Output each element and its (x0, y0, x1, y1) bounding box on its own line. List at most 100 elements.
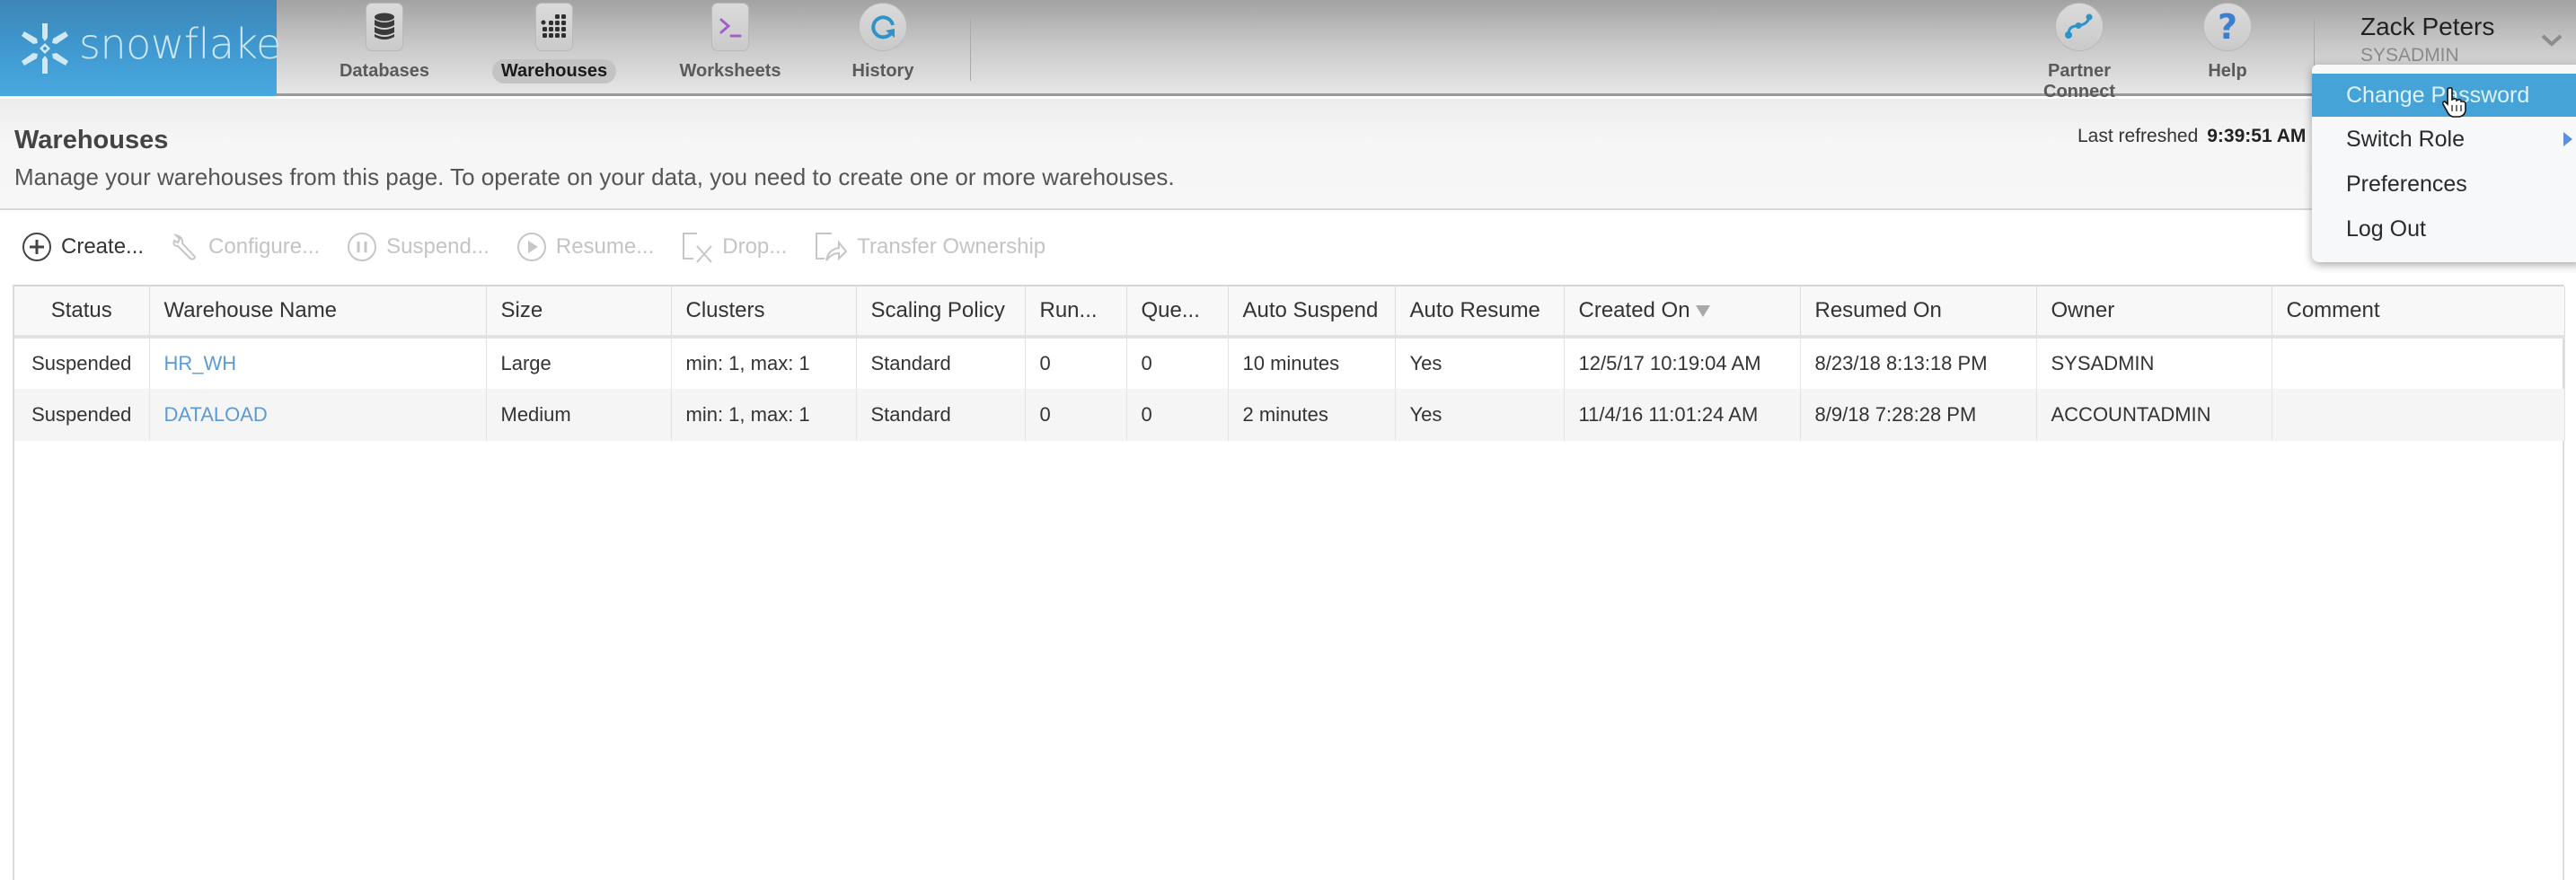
column-header-auto-suspend[interactable]: Auto Suspend (1228, 286, 1396, 339)
pause-circle-icon (348, 233, 377, 261)
cell-created-on: 11/4/16 11:01:24 AM (1564, 389, 1801, 441)
cell-running: 0 (1025, 337, 1127, 389)
page-header: Warehouses Manage your warehouses from t… (0, 99, 2576, 210)
snowflake-icon (22, 23, 68, 74)
cell-status: Suspended (14, 389, 150, 441)
resume-button[interactable]: Resume... (516, 232, 654, 262)
cell-created-on: 12/5/17 10:19:04 AM (1564, 337, 1801, 389)
switch-role-label: Switch Role (2346, 127, 2465, 152)
table-row[interactable]: Suspended DATALOAD Medium min: 1, max: 1… (14, 389, 2565, 441)
warehouse-toolbar: Create... Configure... Suspend... Resume… (22, 228, 1072, 266)
cell-running: 0 (1025, 389, 1127, 441)
nav-warehouses[interactable]: Warehouses (478, 0, 631, 96)
cell-size: Medium (486, 389, 672, 441)
cell-queued: 0 (1126, 389, 1229, 441)
top-navigation-bar: snowflake Databases Warehouses Worksheet… (0, 0, 2576, 101)
column-header-created-on[interactable]: Created On (1564, 286, 1801, 339)
submenu-arrow-icon (2563, 132, 2572, 146)
snowflake-logo[interactable]: snowflake (0, 0, 281, 96)
page-title: Warehouses (14, 126, 169, 154)
create-button[interactable]: Create... (22, 232, 144, 262)
create-label: Create... (61, 234, 145, 259)
history-refresh-icon (859, 3, 907, 51)
nav-databases[interactable]: Databases (308, 0, 461, 96)
column-header-comment[interactable]: Comment (2272, 286, 2565, 339)
nav-help-label: Help (2208, 61, 2247, 81)
cell-auto-suspend: 2 minutes (1228, 389, 1396, 441)
nav-help[interactable]: ? Help (2169, 0, 2286, 96)
database-icon (366, 3, 403, 51)
cell-auto-suspend: 10 minutes (1228, 337, 1396, 389)
configure-label: Configure... (208, 234, 321, 259)
table-header-row: Status Warehouse Name Size Clusters Scal… (14, 286, 2565, 339)
sort-descending-icon (1695, 305, 1710, 318)
nav-databases-label: Databases (339, 61, 430, 81)
menu-item-log-out[interactable]: Log Out (2312, 207, 2576, 251)
column-header-resumed-on[interactable]: Resumed On (1800, 286, 2037, 339)
drop-delete-icon (683, 233, 712, 263)
suspend-button[interactable]: Suspend... (347, 232, 490, 262)
log-out-label: Log Out (2346, 216, 2426, 242)
partner-connect-icon (2055, 3, 2104, 51)
cell-clusters: min: 1, max: 1 (671, 389, 857, 441)
menu-item-switch-role[interactable]: Switch Role (2312, 117, 2576, 162)
user-account-menu-toggle[interactable]: Zack Peters SYSADMIN (2360, 13, 2494, 66)
cell-scaling-policy: Standard (856, 337, 1026, 389)
cell-resumed-on: 8/9/18 7:28:28 PM (1800, 389, 2037, 441)
play-circle-icon (516, 233, 546, 261)
table-row[interactable]: Suspended HR_WH Large min: 1, max: 1 Sta… (14, 337, 2565, 389)
transfer-ownership-button[interactable]: Transfer Ownership (814, 230, 1045, 264)
change-password-label: Change Password (2346, 83, 2530, 108)
cell-queued: 0 (1126, 337, 1229, 389)
column-header-clusters[interactable]: Clusters (671, 286, 857, 339)
cell-warehouse-name: HR_WH (149, 337, 487, 389)
nav-partner-connect[interactable]: Partner Connect (2003, 0, 2156, 101)
warehouse-grid-icon (535, 3, 573, 51)
drop-button[interactable]: Drop... (681, 230, 787, 264)
column-header-size[interactable]: Size (486, 286, 672, 339)
cell-resumed-on: 8/23/18 8:13:18 PM (1800, 337, 2037, 389)
transfer-ownership-label: Transfer Ownership (857, 234, 1046, 259)
user-role: SYSADMIN (2360, 45, 2459, 66)
warehouse-link[interactable]: DATALOAD (164, 403, 268, 426)
cell-owner: ACCOUNTADMIN (2036, 389, 2272, 441)
nav-worksheets[interactable]: Worksheets (654, 0, 807, 96)
terminal-prompt-icon (711, 3, 749, 51)
cell-status: Suspended (14, 337, 150, 389)
last-refreshed-label: Last refreshed (2078, 126, 2199, 146)
nav-partner-connect-label: Partner Connect (2043, 61, 2115, 101)
column-header-scaling-policy[interactable]: Scaling Policy (856, 286, 1026, 339)
column-header-auto-resume[interactable]: Auto Resume (1395, 286, 1565, 339)
nav-history-label: History (851, 61, 914, 81)
column-header-owner[interactable]: Owner (2036, 286, 2272, 339)
warehouses-table: Status Warehouse Name Size Clusters Scal… (13, 285, 2565, 880)
plus-circle-icon (22, 233, 51, 261)
warehouse-link[interactable]: HR_WH (164, 352, 237, 374)
column-header-warehouse-name[interactable]: Warehouse Name (149, 286, 487, 339)
chevron-down-icon[interactable] (2540, 32, 2563, 48)
created-on-label: Created On (1578, 298, 1690, 322)
last-refreshed: Last refreshed 9:39:51 AM (2078, 126, 2306, 147)
resume-label: Resume... (555, 234, 655, 259)
column-header-status[interactable]: Status (14, 286, 150, 339)
drop-label: Drop... (722, 234, 788, 259)
menu-item-preferences[interactable]: Preferences (2312, 162, 2576, 207)
cell-auto-resume: Yes (1395, 337, 1565, 389)
nav-warehouses-label: Warehouses (491, 59, 617, 84)
question-mark-icon: ? (2203, 3, 2252, 51)
cell-owner: SYSADMIN (2036, 337, 2272, 389)
configure-button[interactable]: Configure... (171, 232, 320, 262)
nav-divider (970, 18, 971, 81)
wrench-icon (172, 233, 197, 260)
hand-pointer-cursor-icon (2441, 86, 2466, 118)
column-header-queued[interactable]: Que... (1126, 286, 1229, 339)
page-description: Manage your warehouses from this page. T… (14, 163, 1175, 190)
last-refreshed-time: 9:39:51 AM (2207, 126, 2307, 146)
user-name: Zack Peters (2360, 13, 2495, 40)
preferences-label: Preferences (2346, 172, 2467, 197)
suspend-label: Suspend... (386, 234, 490, 259)
transfer-share-icon (816, 233, 848, 261)
brand-wordmark: snowflake (79, 20, 281, 68)
nav-history[interactable]: History (807, 0, 959, 96)
column-header-running[interactable]: Run... (1025, 286, 1127, 339)
